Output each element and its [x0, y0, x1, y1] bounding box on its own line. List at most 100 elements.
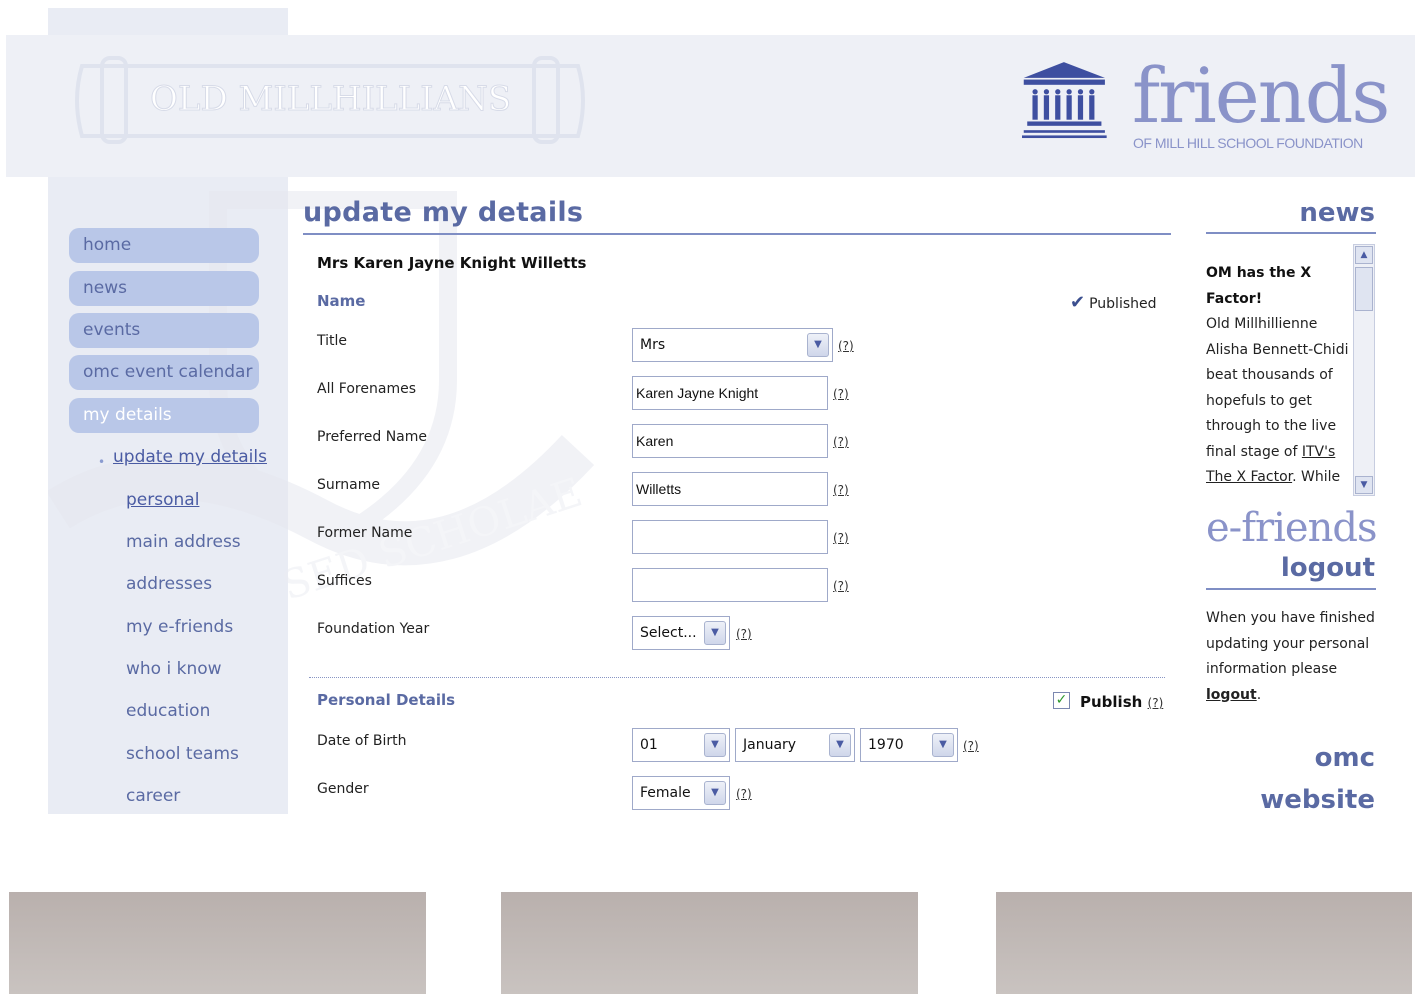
- preferred-name-label: Preferred Name: [317, 429, 428, 445]
- help-icon[interactable]: (?): [1148, 696, 1164, 710]
- news-body-text: . While: [1292, 469, 1341, 485]
- chevron-down-icon: ▼: [932, 733, 954, 757]
- bullet-icon: •: [98, 455, 106, 469]
- nav-my-e-friends[interactable]: my e-friends: [126, 617, 233, 637]
- page: OLD MILLHILLIANS friends OF MILL HILL SC…: [0, 0, 1419, 994]
- logout-link[interactable]: logout: [1206, 687, 1257, 703]
- nav-personal[interactable]: personal: [126, 490, 199, 510]
- dob-year-value: 1970: [868, 737, 904, 753]
- check-icon: ✔: [1070, 292, 1086, 313]
- foundation-year-select[interactable]: Select... ▼: [632, 616, 730, 650]
- news-scrollbar[interactable]: ▲ ▼: [1353, 244, 1375, 496]
- nav-events[interactable]: events: [69, 313, 259, 348]
- dob-year-select[interactable]: 1970 ▼: [860, 728, 958, 762]
- footer-panel: [9, 892, 426, 994]
- surname-input[interactable]: [632, 472, 828, 506]
- help-icon[interactable]: (?): [838, 339, 854, 353]
- logout-message: When you have finished updating your per…: [1206, 606, 1378, 708]
- help-icon[interactable]: (?): [833, 387, 849, 401]
- nav-addresses[interactable]: addresses: [126, 574, 212, 594]
- title-select[interactable]: Mrs ▼: [632, 328, 833, 362]
- help-icon[interactable]: (?): [833, 579, 849, 593]
- published-status: ✔ Published: [1070, 292, 1157, 313]
- efriends-logo: e-friends: [1206, 505, 1377, 551]
- chevron-down-icon: ▼: [704, 621, 726, 645]
- former-name-label: Former Name: [317, 525, 413, 541]
- dob-day-select[interactable]: 01 ▼: [632, 728, 730, 762]
- nav-home[interactable]: home: [69, 228, 259, 263]
- scroll-thumb[interactable]: [1355, 267, 1373, 311]
- preferred-name-input[interactable]: [632, 424, 828, 458]
- forenames-label: All Forenames: [317, 381, 416, 397]
- news-divider: [1206, 232, 1376, 234]
- logout-text: When you have finished updating your per…: [1206, 610, 1375, 677]
- news-headline-part: OM: [1206, 265, 1232, 281]
- title-divider: [303, 233, 1171, 235]
- dob-label: Date of Birth: [317, 733, 407, 749]
- news-headline-part: X: [1300, 265, 1312, 281]
- foundation-year-value: Select...: [640, 625, 697, 641]
- chevron-down-icon: ▼: [704, 781, 726, 805]
- nav-who-i-know[interactable]: who i know: [126, 659, 222, 679]
- friends-logo-word: friends: [1132, 51, 1390, 140]
- nav-my-details[interactable]: my details: [69, 398, 259, 433]
- suffices-label: Suffices: [317, 573, 372, 589]
- news-headline-part: has the: [1236, 265, 1296, 281]
- nav-school-teams[interactable]: school teams: [126, 744, 239, 764]
- page-title: update my details: [303, 197, 584, 228]
- help-icon[interactable]: (?): [963, 739, 979, 753]
- old-millhillians-banner: OLD MILLHILLIANS: [75, 56, 585, 144]
- nav-news[interactable]: news: [69, 271, 259, 306]
- publish-label-group: Publish (?): [1080, 693, 1163, 711]
- chevron-down-icon: ▼: [704, 733, 726, 757]
- published-label: Published: [1089, 296, 1157, 312]
- help-icon[interactable]: (?): [736, 627, 752, 641]
- surname-label: Surname: [317, 477, 380, 493]
- news-heading: news: [1299, 198, 1375, 228]
- scroll-down-icon[interactable]: ▼: [1355, 476, 1373, 494]
- help-icon[interactable]: (?): [833, 531, 849, 545]
- gender-label: Gender: [317, 781, 369, 797]
- dob-month-select[interactable]: January ▼: [735, 728, 855, 762]
- help-icon[interactable]: (?): [736, 787, 752, 801]
- publish-label: Publish: [1080, 693, 1143, 711]
- dob-day-value: 01: [640, 737, 658, 753]
- foundation-building-icon: [1022, 62, 1107, 139]
- logout-end: .: [1256, 686, 1262, 703]
- nav-education[interactable]: education: [126, 701, 210, 721]
- friends-logo-subtitle: OF MILL HILL SCHOOL FOUNDATION: [1133, 135, 1363, 151]
- omc-link[interactable]: omc: [1315, 743, 1375, 773]
- nav-main-address[interactable]: main address: [126, 532, 241, 552]
- nav-update-my-details[interactable]: update my details: [113, 447, 267, 467]
- name-section-label: Name: [317, 292, 366, 310]
- forenames-input[interactable]: [632, 376, 828, 410]
- section-divider: [309, 677, 1165, 678]
- logout-heading: logout: [1280, 553, 1375, 583]
- scroll-up-icon[interactable]: ▲: [1355, 246, 1373, 264]
- news-headline-part: Factor!: [1206, 291, 1263, 307]
- title-label: Title: [317, 333, 348, 349]
- publish-checkbox[interactable]: ✓: [1053, 692, 1070, 709]
- person-name: Mrs Karen Jayne Knight Willetts: [317, 254, 587, 272]
- title-value: Mrs: [640, 337, 666, 353]
- nav-career[interactable]: career: [126, 786, 180, 806]
- former-name-input[interactable]: [632, 520, 828, 554]
- help-icon[interactable]: (?): [833, 435, 849, 449]
- chevron-down-icon: ▼: [807, 333, 829, 357]
- footer-panel: [501, 892, 918, 994]
- suffices-input[interactable]: [632, 568, 828, 602]
- news-headline[interactable]: OM has the X Factor!: [1206, 244, 1346, 312]
- news-body: Old Millhillienne Alisha Bennett-Chidi b…: [1206, 312, 1352, 491]
- website-link[interactable]: website: [1260, 785, 1375, 815]
- logout-divider: [1206, 588, 1376, 590]
- banner-text: OLD MILLHILLIANS: [150, 79, 511, 119]
- nav-omc-event-calendar[interactable]: omc event calendar: [69, 355, 259, 390]
- gender-select[interactable]: Female ▼: [632, 776, 730, 810]
- gender-value: Female: [640, 785, 691, 801]
- personal-details-label: Personal Details: [317, 691, 456, 709]
- footer-panel: [996, 892, 1412, 994]
- dob-month-value: January: [743, 737, 797, 753]
- news-body-text: Old Millhillienne Alisha Bennett-Chidi b…: [1206, 316, 1349, 460]
- help-icon[interactable]: (?): [833, 483, 849, 497]
- news-panel: OM has the X Factor! Old Millhillienne A…: [1206, 244, 1376, 496]
